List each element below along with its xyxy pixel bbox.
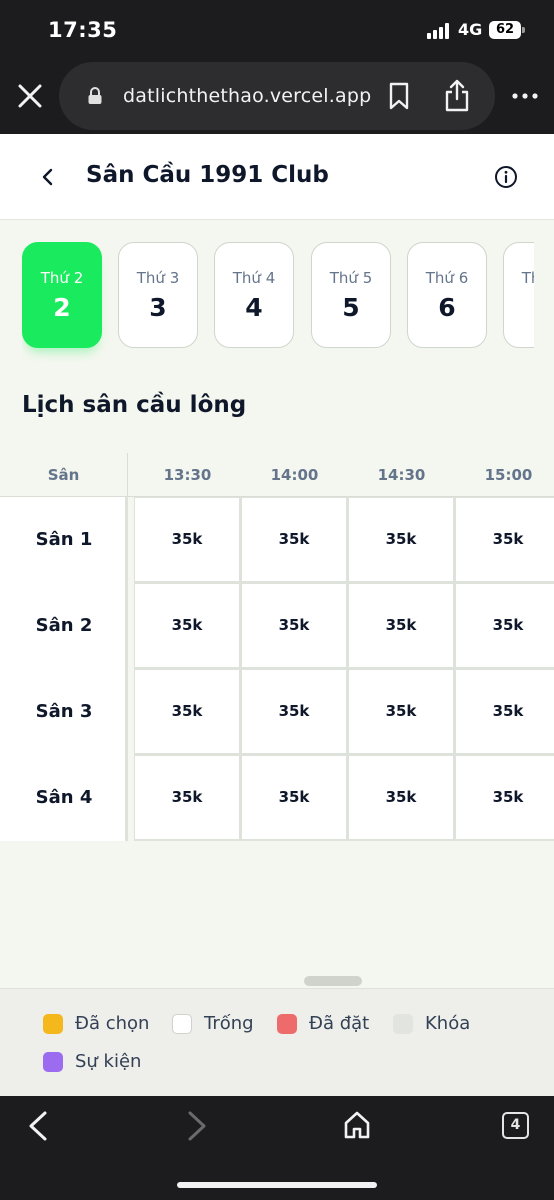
slot-grid: 35k 35k 35k 35k 35k 35k 35k 35k 35k 35k … [134,497,554,841]
time-slot[interactable]: 35k [135,670,239,753]
day-tab-number: 2 [53,293,71,322]
day-tab-name: Thứ 3 [136,269,180,287]
share-icon[interactable] [443,78,471,112]
drag-handle[interactable] [304,976,362,986]
legend-label: Đã chọn [75,1013,150,1034]
legend: Đã chọn Trống Đã đặt Khóa Sự kiện [0,988,554,1096]
status-time: 17:35 [48,18,118,42]
time-header: 15:00 [484,466,533,484]
bookmark-icon[interactable] [387,82,411,110]
legend-swatch [277,1014,297,1034]
legend-swatch [393,1014,413,1034]
time-slot[interactable]: 35k [349,498,453,581]
day-selector: Thứ 2 2 Thứ 3 3 Thứ 4 4 Thứ 5 5 Thứ 6 6 … [22,242,534,362]
page-title: Sân Cầu 1991 Club [86,162,329,188]
time-slot[interactable]: 35k [242,584,346,667]
time-slot[interactable]: 35k [456,756,554,839]
day-tab-name: Thứ 6 [425,269,469,287]
day-tab-number: 3 [149,293,167,322]
section-title: Lịch sân cầu lông [22,392,247,418]
tabs-count-icon[interactable]: 4 [502,1112,529,1139]
browser-bottom-nav: 4 [0,1096,554,1200]
schedule-grid: Sân 13:30 14:00 14:30 15:00 Sân 1 Sân 2 … [0,453,554,841]
day-tab-name: Thứ 4 [232,269,276,287]
day-tab-sat[interactable]: Thứ 7 7 [503,242,534,348]
time-header: 14:00 [270,466,319,484]
legend-label: Sự kiện [75,1051,142,1072]
day-tab-fri[interactable]: Thứ 6 6 [407,242,487,348]
day-tab-number: 5 [342,293,360,322]
legend-label: Trống [204,1013,254,1034]
day-tab-wed[interactable]: Thứ 4 4 [214,242,294,348]
day-tab-number: 6 [438,293,456,322]
back-arrow-icon[interactable] [36,164,60,190]
day-tab-number: 4 [245,293,263,322]
day-tab-mon[interactable]: Thứ 2 2 [22,242,102,348]
legend-label: Đã đặt [309,1013,370,1034]
day-tab-name: Thứ 7 [521,269,534,287]
address-bar[interactable]: datlichthethao.vercel.app [59,62,495,130]
time-slot[interactable]: 35k [349,670,453,753]
day-tab-number: 7 [504,293,534,322]
legend-label: Khóa [425,1013,471,1034]
court-label: Sân 4 [35,787,93,808]
legend-swatch [172,1014,192,1034]
home-indicator [177,1182,377,1188]
time-slot[interactable]: 35k [456,670,554,753]
battery-tip [522,27,525,33]
status-bar: 17:35 4G 62 [0,0,554,60]
court-column-header: Sân [0,453,128,497]
close-icon[interactable] [14,80,46,112]
time-slot[interactable]: 35k [135,584,239,667]
time-slot[interactable]: 35k [242,670,346,753]
time-slot[interactable]: 35k [135,756,239,839]
time-header: 14:30 [377,466,426,484]
lock-icon [88,87,102,104]
court-column: Sân 1 Sân 2 Sân 3 Sân 4 [0,497,128,841]
time-header: 13:30 [163,466,212,484]
day-tab-thu[interactable]: Thứ 5 5 [311,242,391,348]
legend-swatch [43,1014,63,1034]
signal-icon [427,23,453,39]
time-slot[interactable]: 35k [456,498,554,581]
network-type: 4G [458,20,483,39]
time-slot[interactable]: 35k [349,584,453,667]
browser-forward-icon[interactable] [185,1110,209,1142]
grid-header: Sân 13:30 14:00 14:30 15:00 [0,453,554,497]
url-text: datlichthethao.vercel.app [123,85,372,107]
time-slot[interactable]: 35k [135,498,239,581]
court-label: Sân 3 [35,701,93,722]
browser-toolbar: datlichthethao.vercel.app [0,60,554,134]
court-label: Sân 2 [35,615,93,636]
time-slot[interactable]: 35k [242,756,346,839]
day-tab-tue[interactable]: Thứ 3 3 [118,242,198,348]
app-header: Sân Cầu 1991 Club [0,134,554,220]
day-tab-name: Thứ 5 [329,269,373,287]
home-icon[interactable] [343,1110,371,1140]
time-slot[interactable]: 35k [242,498,346,581]
time-slot[interactable]: 35k [456,584,554,667]
battery-icon: 62 [489,21,521,39]
day-tab-name: Thứ 2 [40,269,84,287]
browser-back-icon[interactable] [26,1110,50,1142]
court-label: Sân 1 [35,529,93,550]
legend-swatch [43,1052,63,1072]
more-icon[interactable] [510,86,540,106]
time-slot[interactable]: 35k [349,756,453,839]
info-icon[interactable] [494,165,518,189]
